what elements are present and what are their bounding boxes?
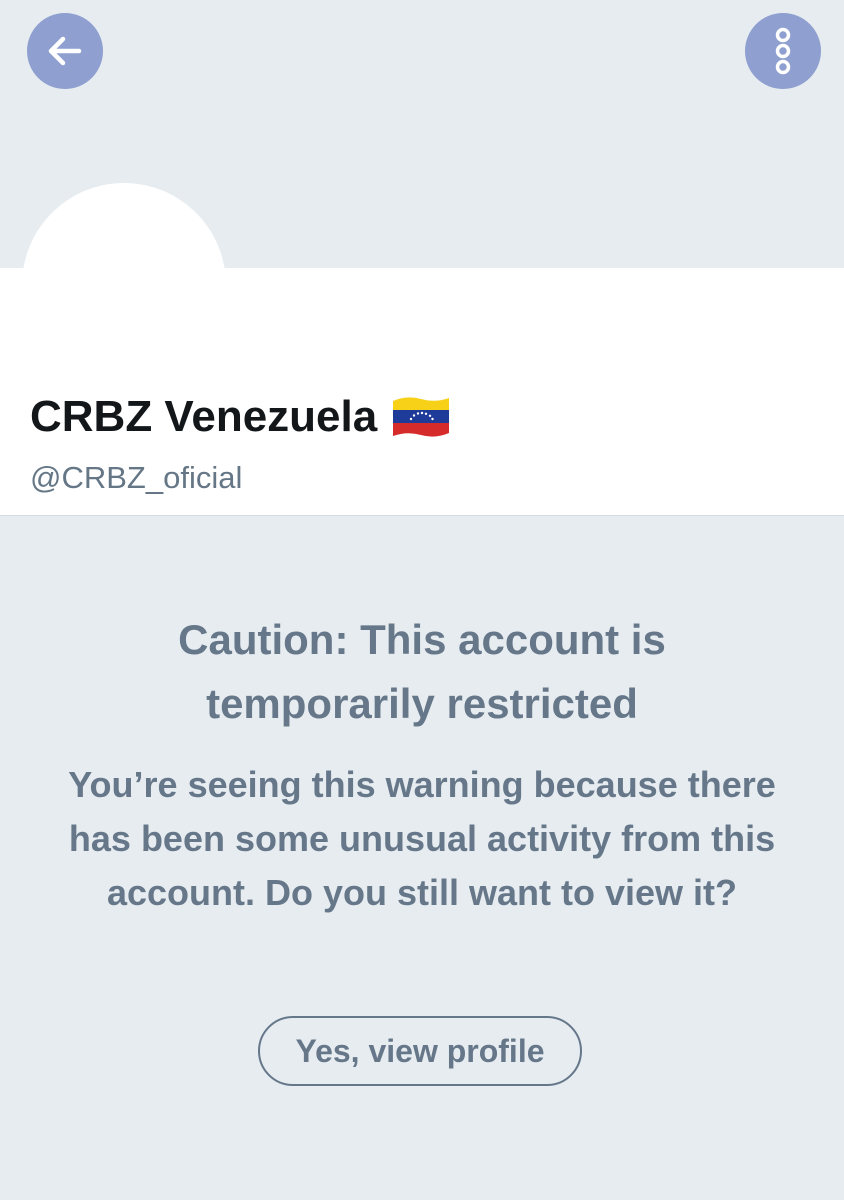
restriction-warning: Caution: This account is temporarily res… [0,590,844,920]
back-button[interactable] [27,13,103,89]
view-profile-button[interactable]: Yes, view profile [258,1016,582,1086]
vertical-dots-icon [775,27,791,75]
display-name-text: CRBZ Venezuela [30,392,378,441]
venezuela-flag-icon [393,397,450,437]
profile-handle: @CRBZ_oficial [30,460,243,495]
profile-display-name: CRBZ Venezuela [30,392,451,442]
profile-page: CRBZ Venezuela @CRBZ_oficial Caution: Th… [0,0,844,1200]
avatar[interactable] [22,183,226,387]
more-options-button[interactable] [745,13,821,89]
warning-title: Caution: This account is temporarily res… [178,616,666,727]
arrow-left-icon [48,36,82,66]
warning-body: You’re seeing this warning because there… [68,764,776,913]
